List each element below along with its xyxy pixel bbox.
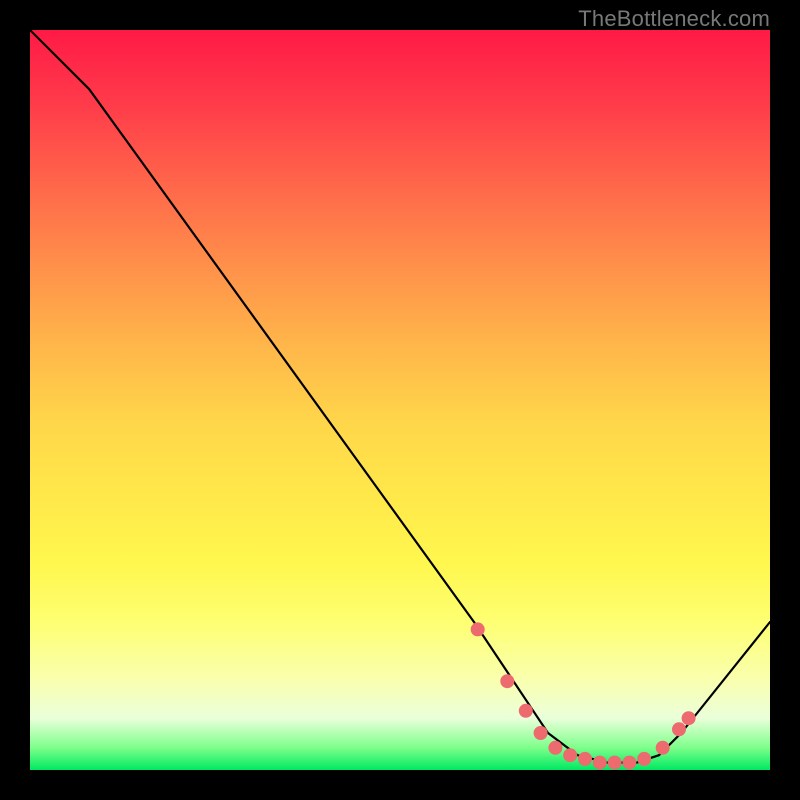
- curve-line: [30, 30, 770, 763]
- chart-svg: [0, 0, 800, 800]
- curve-markers: [471, 623, 695, 769]
- curve-marker: [534, 727, 547, 740]
- curve-marker: [579, 752, 592, 765]
- curve-marker: [656, 741, 669, 754]
- curve-marker: [501, 675, 514, 688]
- curve-marker: [519, 704, 532, 717]
- curve-marker: [593, 756, 606, 769]
- curve-marker: [608, 756, 621, 769]
- curve-marker: [564, 749, 577, 762]
- curve-marker: [682, 712, 695, 725]
- curve-marker: [471, 623, 484, 636]
- chart-plot-area: [30, 30, 770, 769]
- curve-marker: [549, 741, 562, 754]
- curve-marker: [638, 752, 651, 765]
- curve-marker: [673, 723, 686, 736]
- curve-marker: [623, 756, 636, 769]
